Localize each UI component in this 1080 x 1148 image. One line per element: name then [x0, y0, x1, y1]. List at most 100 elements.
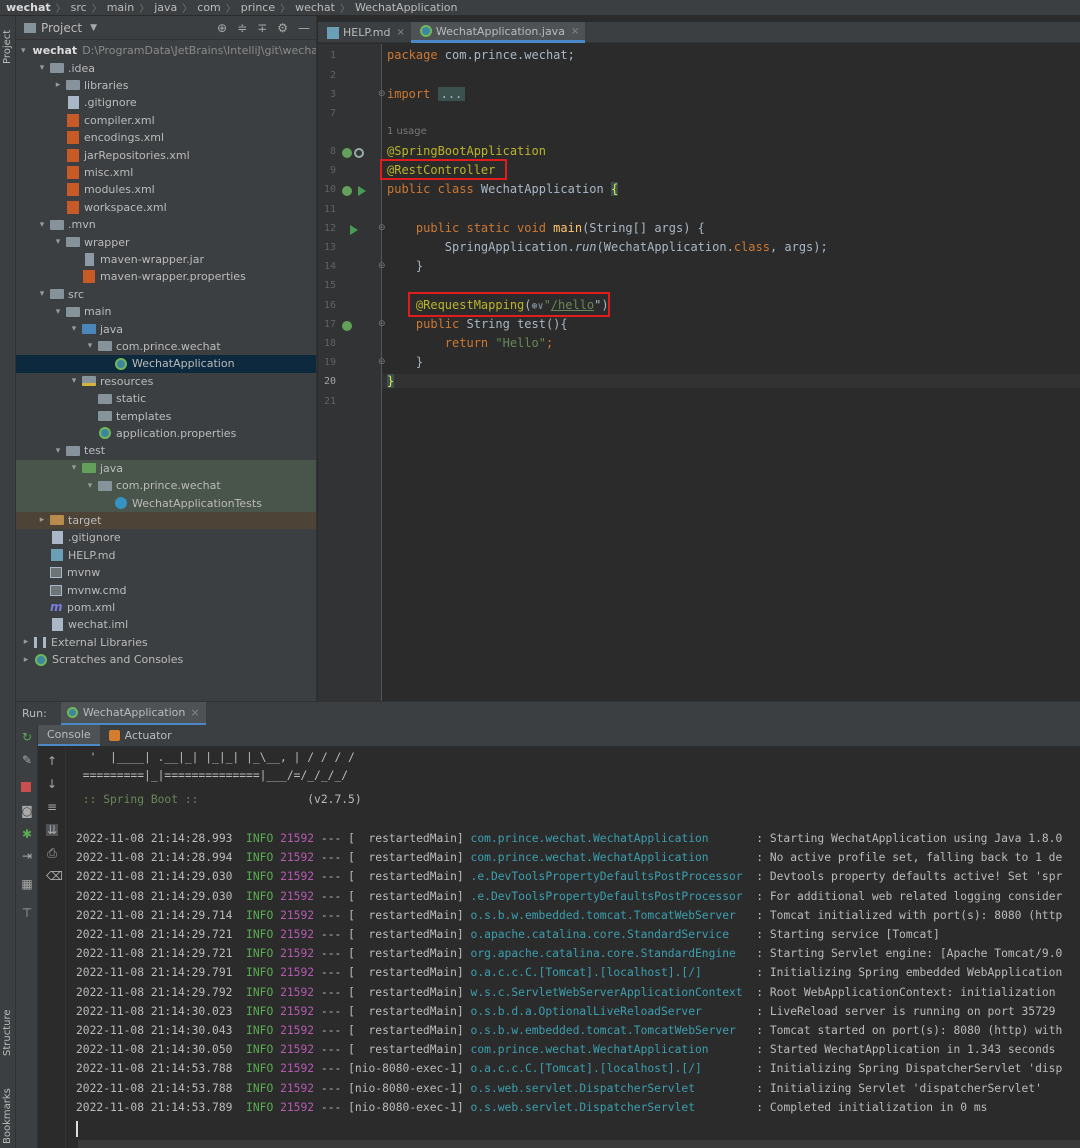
rerun-icon[interactable]: ↻: [21, 731, 33, 743]
tree-item[interactable]: static: [16, 390, 316, 407]
chevron-down-icon[interactable]: ▾: [69, 376, 79, 386]
editor-tab[interactable]: WechatApplication.java ×: [410, 22, 586, 43]
code-editor[interactable]: 1 2 3 7 8 9 10 11 12 13 14 15 16 17 18 19 20 21 ⊖ ⊖ ⊖ ⊖ ⊖ pack…: [318, 44, 1080, 701]
tree-item[interactable]: .gitignore: [16, 529, 316, 546]
chevron-down-icon[interactable]: ▾: [37, 289, 47, 299]
bean-icon[interactable]: ✱: [21, 828, 33, 840]
tree-item[interactable]: ▸ libraries: [16, 77, 316, 94]
log-logger[interactable]: .e.DevToolsPropertyDefaultsPostProcessor: [471, 890, 743, 903]
wrench-icon[interactable]: ✎: [21, 754, 33, 766]
tree-item[interactable]: templates: [16, 407, 316, 424]
tree-item[interactable]: WechatApplicationTests: [16, 494, 316, 512]
tree-item[interactable]: ▾ com.prince.wechat: [16, 477, 316, 495]
chevron-down-icon[interactable]: ▾: [53, 307, 63, 317]
tree-item[interactable]: ▾ wechat D:\ProgramData\JetBrains\IntelliJ…: [16, 42, 316, 59]
locate-icon[interactable]: ⊕: [217, 21, 227, 35]
log-logger[interactable]: o.a.c.c.C.[Tomcat].[localhost].[/]: [471, 1062, 702, 1075]
web-endpoint-icon[interactable]: [342, 321, 352, 331]
tree-item[interactable]: ▾ src: [16, 286, 316, 303]
log-logger[interactable]: o.s.b.w.embedded.tomcat.TomcatWebServer: [471, 1024, 736, 1037]
breadcrumb-item[interactable]: java: [154, 1, 177, 14]
tree-item[interactable]: mvnw.cmd: [16, 581, 316, 598]
log-logger[interactable]: o.s.web.servlet.DispatcherServlet: [471, 1101, 695, 1114]
tree-item[interactable]: workspace.xml: [16, 199, 316, 216]
collapse-all-icon[interactable]: ∓: [257, 21, 267, 35]
fold-marker-icon[interactable]: ⊖: [378, 319, 386, 329]
run-tab[interactable]: WechatApplication ×: [60, 701, 206, 726]
tree-item[interactable]: ▾ java: [16, 459, 316, 477]
breadcrumb-item[interactable]: wechat: [295, 1, 335, 14]
console-tab-actuator[interactable]: Actuator: [100, 725, 181, 746]
tree-item[interactable]: m pom.xml: [16, 599, 316, 616]
tree-item[interactable]: encodings.xml: [16, 129, 316, 146]
login-icon[interactable]: ⇥: [21, 850, 33, 862]
fold-marker-icon[interactable]: ⊖: [378, 357, 386, 367]
chevron-down-icon[interactable]: ▾: [37, 220, 47, 230]
chevron-right-icon[interactable]: ▸: [37, 515, 47, 525]
tree-item[interactable]: maven-wrapper.properties: [16, 268, 316, 285]
chevron-down-icon[interactable]: ▼: [90, 23, 97, 33]
log-logger[interactable]: com.prince.wechat.WechatApplication: [471, 851, 709, 864]
editor-tab[interactable]: HELP.md ×: [318, 22, 411, 43]
tree-item[interactable]: HELP.md: [16, 547, 316, 564]
tree-item[interactable]: ▾ com.prince.wechat: [16, 338, 316, 355]
breadcrumb-item[interactable]: main: [107, 1, 134, 14]
layout-icon[interactable]: ▦: [21, 878, 33, 890]
tree-item[interactable]: maven-wrapper.jar: [16, 251, 316, 268]
arrow-up-icon[interactable]: ↑: [46, 755, 58, 767]
tree-item[interactable]: ▸ External Libraries: [16, 634, 316, 651]
expand-all-icon[interactable]: ≑: [237, 21, 247, 35]
run-icon[interactable]: [358, 186, 366, 196]
tree-item[interactable]: ▾ wrapper: [16, 233, 316, 250]
log-logger[interactable]: w.s.c.ServletWebServerApplicationContext: [471, 986, 743, 999]
breadcrumb-item[interactable]: WechatApplication: [355, 1, 458, 14]
log-logger[interactable]: org.apache.catalina.core.StandardEngine: [471, 947, 736, 960]
trash-icon[interactable]: ⌫: [46, 870, 63, 882]
chevron-down-icon[interactable]: ▾: [53, 237, 63, 247]
breadcrumb-item[interactable]: wechat: [6, 1, 51, 14]
camera-icon[interactable]: ◙: [21, 805, 33, 817]
tree-item[interactable]: .gitignore: [16, 94, 316, 111]
tree-item[interactable]: ▾ java: [16, 320, 316, 337]
chevron-down-icon[interactable]: ▾: [69, 463, 79, 473]
gear-icon[interactable]: ⚙: [277, 21, 288, 35]
tree-item[interactable]: wechat.iml: [16, 616, 316, 633]
project-view-selector[interactable]: Project: [41, 21, 82, 35]
log-logger[interactable]: o.s.web.servlet.DispatcherServlet: [471, 1082, 695, 1095]
close-icon[interactable]: ×: [396, 27, 404, 38]
tree-item[interactable]: compiler.xml: [16, 112, 316, 129]
print-icon[interactable]: ⎙: [46, 847, 58, 859]
spring-icon[interactable]: [354, 148, 364, 158]
chevron-down-icon[interactable]: ▾: [21, 46, 26, 56]
tree-item[interactable]: modules.xml: [16, 181, 316, 198]
log-logger[interactable]: com.prince.wechat.WechatApplication: [471, 832, 709, 845]
bean-icon[interactable]: [342, 186, 352, 196]
bookmarks-tool-button[interactable]: Bookmarks: [2, 1088, 13, 1144]
tree-item[interactable]: application.properties: [16, 425, 316, 442]
chevron-down-icon[interactable]: ▾: [53, 446, 63, 456]
console-tab-console[interactable]: Console: [38, 725, 100, 746]
bean-icon[interactable]: [342, 148, 352, 158]
tree-item[interactable]: jarRepositories.xml: [16, 146, 316, 163]
pin-icon[interactable]: ⊤: [21, 907, 33, 919]
tree-item[interactable]: ▸ Scratches and Consoles: [16, 651, 316, 668]
tree-item[interactable]: ▾ resources: [16, 373, 316, 390]
horizontal-scrollbar[interactable]: [78, 1140, 1080, 1148]
tree-item[interactable]: ▾ .idea: [16, 59, 316, 76]
tree-item[interactable]: ▾ .mvn: [16, 216, 316, 233]
run-icon[interactable]: [350, 225, 358, 235]
structure-tool-button[interactable]: Structure: [2, 1009, 13, 1056]
tree-item[interactable]: misc.xml: [16, 164, 316, 181]
soft-wrap-icon[interactable]: ≡: [46, 801, 58, 813]
log-logger[interactable]: o.s.b.w.embedded.tomcat.TomcatWebServer: [471, 909, 736, 922]
fold-marker-icon[interactable]: ⊖: [378, 223, 386, 233]
tree-item[interactable]: ▸ target: [16, 511, 316, 530]
chevron-right-icon[interactable]: ▸: [53, 80, 63, 90]
log-logger[interactable]: com.prince.wechat.WechatApplication: [471, 1043, 709, 1056]
chevron-right-icon[interactable]: ▸: [21, 655, 31, 665]
chevron-down-icon[interactable]: ▾: [37, 63, 47, 73]
folded-imports[interactable]: ...: [437, 87, 466, 101]
tree-item[interactable]: ▾ test: [16, 442, 316, 459]
log-logger[interactable]: o.a.c.c.C.[Tomcat].[localhost].[/]: [471, 966, 702, 979]
chevron-down-icon[interactable]: ▾: [85, 481, 95, 491]
